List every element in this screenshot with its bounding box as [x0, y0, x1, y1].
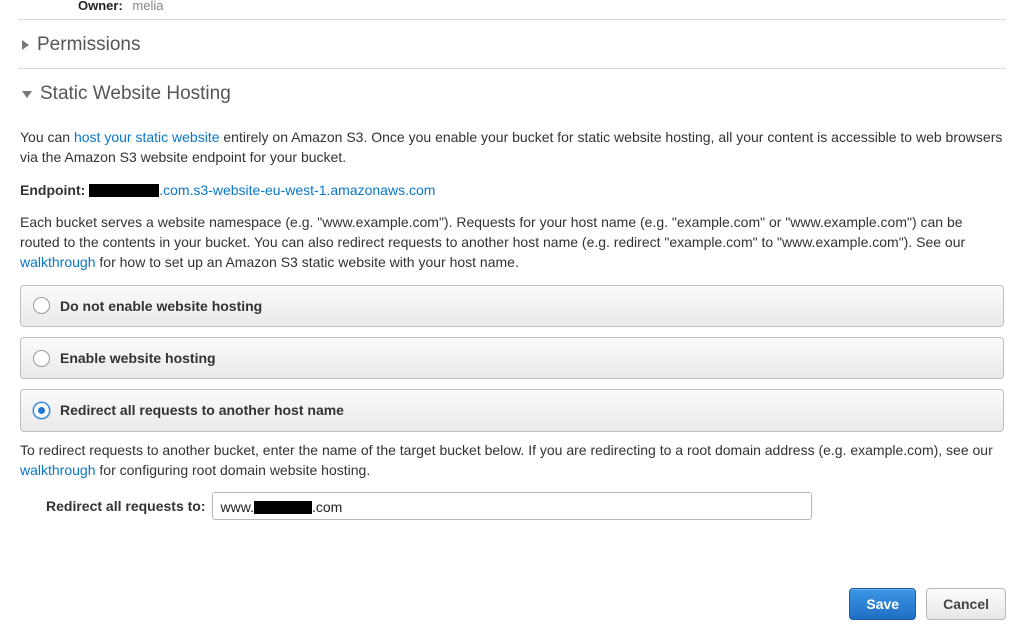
owner-row: Owner: melia [18, 0, 1006, 19]
walkthrough-link[interactable]: walkthrough [20, 254, 96, 270]
radio-icon [33, 297, 50, 314]
text: Each bucket serves a website namespace (… [20, 214, 965, 250]
option-enable-hosting[interactable]: Enable website hosting [20, 337, 1004, 379]
owner-value: melia [132, 0, 163, 13]
option-label: Redirect all requests to another host na… [60, 400, 344, 420]
section-permissions-title: Permissions [37, 34, 140, 56]
endpoint-label: Endpoint: [20, 182, 85, 198]
chevron-down-icon [22, 91, 32, 98]
option-disable-hosting[interactable]: Do not enable website hosting [20, 285, 1004, 327]
chevron-right-icon [22, 40, 29, 50]
text: To redirect requests to another bucket, … [20, 442, 993, 458]
redirect-input-row: Redirect all requests to: www..com [46, 492, 1004, 520]
option-label: Enable website hosting [60, 348, 216, 368]
footer-buttons: Save Cancel [18, 588, 1006, 620]
namespace-explainer: Each bucket serves a website namespace (… [20, 212, 1004, 273]
redirect-target-input[interactable] [212, 492, 812, 520]
walkthrough-root-domain-link[interactable]: walkthrough [20, 462, 96, 478]
static-hosting-intro: You can host your static website entirel… [20, 127, 1004, 168]
section-static-hosting-body: You can host your static website entirel… [18, 117, 1006, 532]
owner-label: Owner: [78, 0, 123, 13]
redirect-description: To redirect requests to another bucket, … [20, 440, 1004, 481]
endpoint-suffix: .com.s3-website-eu-west-1.amazonaws.com [159, 182, 435, 198]
section-permissions-header[interactable]: Permissions [18, 20, 1006, 68]
text: for how to set up an Amazon S3 static we… [96, 254, 519, 270]
text: You can [20, 129, 74, 145]
section-static-hosting-title: Static Website Hosting [40, 83, 231, 105]
text: for configuring root domain website host… [96, 462, 371, 478]
host-static-website-link[interactable]: host your static website [74, 129, 220, 145]
section-static-hosting-header[interactable]: Static Website Hosting [18, 69, 1006, 117]
option-redirect-hosting[interactable]: Redirect all requests to another host na… [20, 389, 1004, 431]
endpoint-link[interactable]: .com.s3-website-eu-west-1.amazonaws.com [89, 182, 435, 198]
radio-icon [33, 350, 50, 367]
redirect-field-label: Redirect all requests to: [46, 496, 206, 516]
save-button[interactable]: Save [849, 588, 916, 620]
cancel-button[interactable]: Cancel [926, 588, 1006, 620]
redacted-block [89, 184, 159, 197]
endpoint-row: Endpoint: .com.s3-website-eu-west-1.amaz… [20, 180, 1004, 200]
radio-icon-selected [33, 402, 50, 419]
option-label: Do not enable website hosting [60, 296, 262, 316]
